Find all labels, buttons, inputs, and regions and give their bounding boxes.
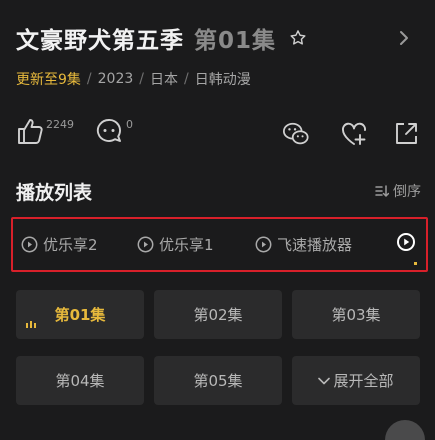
like-count: 2249 xyxy=(46,118,74,131)
sort-label: 倒序 xyxy=(393,184,421,200)
episode-button-2[interactable]: 第02集 xyxy=(154,290,282,339)
episode-button-5[interactable]: 第05集 xyxy=(154,356,282,405)
chevron-right-icon[interactable] xyxy=(396,28,412,48)
play-circle-icon xyxy=(137,236,154,253)
thumbs-up-icon xyxy=(16,116,44,150)
meta-region: 日本 xyxy=(150,72,178,88)
floating-button[interactable] xyxy=(385,420,425,440)
episode-button-3[interactable]: 第03集 xyxy=(292,290,420,339)
episode-label: 第04集 xyxy=(55,372,105,390)
play-circle-icon xyxy=(255,236,272,253)
sort-icon xyxy=(375,185,389,197)
meta-genre: 日韩动漫 xyxy=(194,72,251,88)
source-list: 优乐享2 优乐享1 飞速播放器 xyxy=(11,217,428,272)
update-status: 更新至9集 xyxy=(16,72,81,88)
playing-bars-icon xyxy=(26,321,38,328)
meta-row: 更新至9集 / 2023 / 日本 / 日韩动漫 xyxy=(16,68,251,90)
comment-button[interactable]: 0 xyxy=(94,116,133,150)
active-indicator xyxy=(414,262,417,265)
source-label: 飞速播放器 xyxy=(277,236,353,254)
episode-label: 第05集 xyxy=(193,372,243,390)
playlist-title: 播放列表 xyxy=(16,182,93,204)
share-icon[interactable] xyxy=(392,120,420,148)
meta-separator: / xyxy=(86,71,92,87)
meta-separator: / xyxy=(184,71,189,87)
source-label: 优乐享2 xyxy=(43,236,98,254)
source-label: 优乐享1 xyxy=(159,236,214,254)
source-tab-1[interactable]: 优乐享2 xyxy=(21,234,98,255)
chevron-down-icon xyxy=(318,377,331,384)
play-circle-icon[interactable] xyxy=(396,232,416,252)
source-tab-3[interactable]: 飞速播放器 xyxy=(255,234,352,255)
comment-count: 0 xyxy=(126,118,133,131)
episode-button-4[interactable]: 第04集 xyxy=(16,356,144,405)
show-title: 文豪野犬第五季 xyxy=(16,28,184,54)
episode-label: 第03集 xyxy=(331,306,381,324)
heart-add-icon[interactable] xyxy=(340,120,368,148)
current-episode: 第01集 xyxy=(194,28,277,54)
source-tab-2[interactable]: 优乐享1 xyxy=(137,234,214,255)
episode-label: 第01集 xyxy=(54,306,106,324)
like-button[interactable]: 2249 xyxy=(16,116,74,150)
episode-button-1[interactable]: 第01集 xyxy=(16,290,144,339)
wechat-icon[interactable] xyxy=(282,120,310,148)
play-circle-icon xyxy=(21,236,38,253)
meta-separator: / xyxy=(139,71,144,87)
episode-label: 第02集 xyxy=(193,306,243,324)
action-bar: 2249 0 xyxy=(16,116,420,152)
star-icon[interactable] xyxy=(288,28,308,48)
comment-icon xyxy=(94,116,124,150)
title-row: 文豪野犬第五季 第01集 xyxy=(16,20,420,56)
meta-year: 2023 xyxy=(97,71,134,87)
expand-all-button[interactable]: 展开全部 xyxy=(292,356,420,405)
sort-button[interactable]: 倒序 xyxy=(375,181,421,201)
expand-all-label: 展开全部 xyxy=(333,372,394,390)
